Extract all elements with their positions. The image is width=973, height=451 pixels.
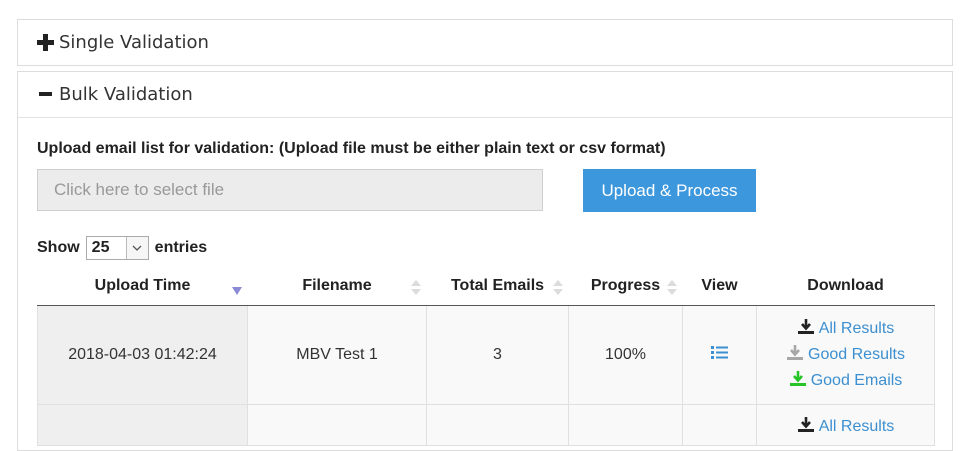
upload-time-cell xyxy=(37,404,248,446)
minus-icon xyxy=(37,86,54,103)
bulk-validation-title: Bulk Validation xyxy=(59,84,193,105)
sort-icon xyxy=(666,280,677,296)
entries-select-value: 25 xyxy=(91,239,110,256)
entries-label: entries xyxy=(154,239,208,256)
download-all-results-link[interactable]: All Results xyxy=(757,316,934,342)
column-label: Upload Time xyxy=(94,277,191,294)
sort-desc-icon xyxy=(231,287,242,295)
plus-icon xyxy=(37,33,54,51)
total-emails-cell: 3 xyxy=(426,305,569,405)
download-label: All Results xyxy=(818,320,895,337)
column-upload-time[interactable]: Upload Time xyxy=(37,267,248,306)
list-icon[interactable] xyxy=(711,346,728,364)
download-icon xyxy=(797,319,814,334)
upload-instructions: Upload email list for validation: (Uploa… xyxy=(37,140,666,157)
entries-select[interactable]: 25 xyxy=(85,236,149,260)
filename-cell: MBV Test 1 xyxy=(247,305,427,405)
column-total-emails[interactable]: Total Emails xyxy=(426,267,569,306)
table-header-row: Upload Time Filename Total Emails Progre… xyxy=(37,267,935,306)
download-label: Good Results xyxy=(808,346,905,363)
column-filename[interactable]: Filename xyxy=(247,267,427,306)
table-row: 2018-04-03 01:42:24 MBV Test 1 3 100% Al… xyxy=(37,305,935,405)
download-good-results-link[interactable]: Good Results xyxy=(757,342,934,368)
show-label: Show xyxy=(37,239,80,256)
column-progress[interactable]: Progress xyxy=(568,267,683,306)
single-validation-panel: Single Validation xyxy=(17,19,953,66)
filename-cell xyxy=(247,404,427,446)
column-label: Progress xyxy=(590,277,661,294)
single-validation-toggle[interactable]: Single Validation xyxy=(18,20,952,64)
download-label: Good Emails xyxy=(810,372,903,389)
upload-process-button[interactable]: Upload & Process xyxy=(583,169,756,212)
view-cell xyxy=(682,305,757,405)
download-icon xyxy=(789,371,806,386)
download-cell: All Results xyxy=(756,404,935,446)
total-emails-cell xyxy=(426,404,569,446)
uploads-table: Upload Time Filename Total Emails Progre… xyxy=(37,267,935,446)
column-label: Filename xyxy=(302,277,372,294)
file-select-input[interactable]: Click here to select file xyxy=(37,169,543,211)
column-label: View xyxy=(701,277,738,294)
upload-time-cell: 2018-04-03 01:42:24 xyxy=(37,305,248,405)
sort-icon xyxy=(552,280,563,296)
column-download: Download xyxy=(756,267,935,306)
entries-length-control: Show 25 entries xyxy=(37,236,207,260)
bulk-validation-panel: Bulk Validation Upload email list for va… xyxy=(17,71,953,451)
chevron-down-icon xyxy=(125,237,148,259)
single-validation-title: Single Validation xyxy=(59,31,209,53)
download-all-results-link[interactable]: All Results xyxy=(757,405,934,440)
column-label: Download xyxy=(807,277,884,294)
table-row: All Results xyxy=(37,404,935,446)
sort-icon xyxy=(410,280,421,296)
download-icon xyxy=(797,417,814,432)
progress-cell: 100% xyxy=(568,305,683,405)
progress-cell xyxy=(568,404,683,446)
column-label: Total Emails xyxy=(450,277,545,294)
bulk-validation-toggle[interactable]: Bulk Validation xyxy=(18,72,952,118)
download-cell: All Results Good Results Good Emails xyxy=(756,305,935,405)
download-good-emails-link[interactable]: Good Emails xyxy=(757,368,934,394)
column-view: View xyxy=(682,267,757,306)
download-icon xyxy=(787,345,804,360)
view-cell xyxy=(682,404,757,446)
